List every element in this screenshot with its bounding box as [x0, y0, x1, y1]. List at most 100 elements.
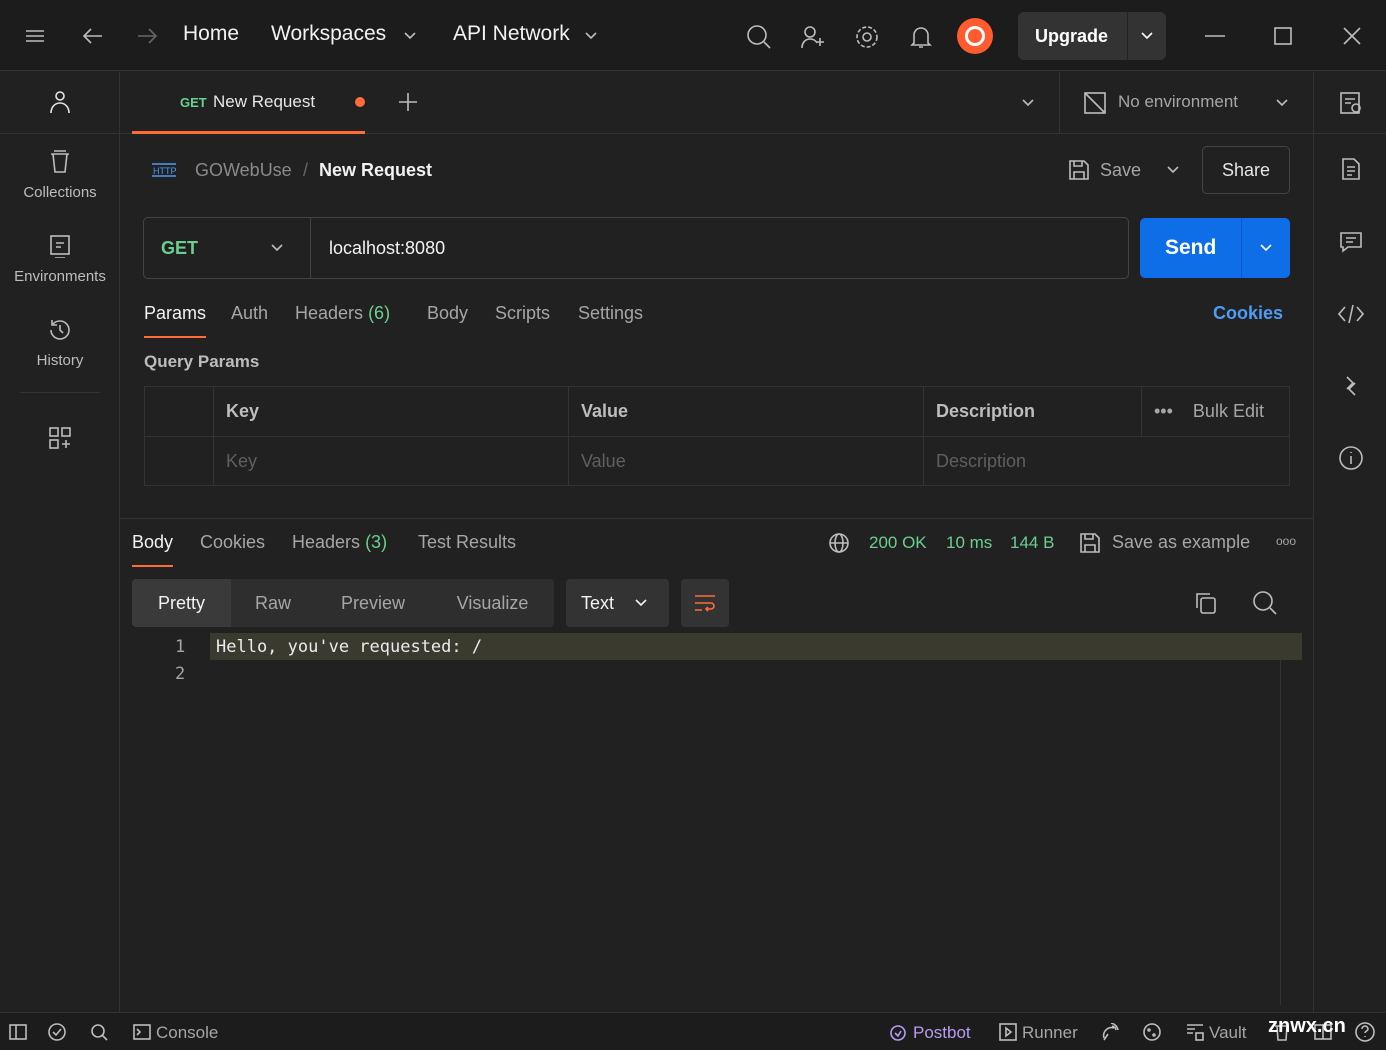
info-icon[interactable] [1338, 445, 1364, 471]
runner-button[interactable]: Runner [1022, 1023, 1078, 1043]
maximize-window-icon[interactable] [1271, 24, 1295, 48]
toggle-sidebar-icon[interactable] [8, 1022, 28, 1042]
send-options-chevron-icon[interactable] [1256, 240, 1276, 256]
breadcrumb-collection[interactable]: GOWebUse [195, 160, 292, 181]
bulk-edit-button[interactable]: Bulk Edit [1193, 401, 1264, 421]
tab-list-chevron-icon[interactable] [1018, 94, 1038, 112]
response-tab-test-results[interactable]: Test Results [418, 532, 516, 553]
forward-arrow-icon[interactable] [134, 24, 160, 48]
share-button[interactable]: Share [1202, 146, 1290, 194]
divider [120, 518, 1313, 519]
code-icon[interactable] [1338, 301, 1364, 327]
tab-headers[interactable]: Headers (6) [295, 303, 390, 324]
sidebar-item-collections[interactable]: Collections [0, 150, 120, 201]
cookies-link[interactable]: Cookies [1213, 303, 1283, 324]
minimize-window-icon[interactable] [1203, 24, 1227, 48]
sidebar-item-label: History [36, 352, 84, 369]
url-bar: GET localhost:8080 [143, 217, 1129, 279]
notifications-bell-icon[interactable] [907, 23, 935, 51]
save-icon[interactable] [1066, 157, 1092, 183]
tab-body[interactable]: Body [427, 303, 468, 324]
table-header-row: Key Value Description ••• Bulk Edit [145, 387, 1289, 437]
sidebar-item-environments[interactable]: Environments [0, 234, 120, 285]
upgrade-button[interactable]: Upgrade [1035, 26, 1108, 47]
more-options-icon[interactable]: ••• [1154, 401, 1173, 421]
sidebar: Collections Environments History [0, 72, 120, 1012]
wrap-lines-icon[interactable] [681, 579, 729, 627]
value-input[interactable]: Value [568, 437, 923, 486]
close-window-icon[interactable] [1340, 24, 1364, 48]
find-icon[interactable] [89, 1022, 109, 1042]
postbot-button[interactable]: Postbot [913, 1023, 971, 1043]
chevron-down-icon[interactable] [268, 240, 286, 256]
capture-requests-icon[interactable] [1100, 1022, 1120, 1042]
sidebar-item-label: Collections [23, 184, 97, 201]
postbot-icon [888, 1022, 908, 1042]
avatar[interactable] [957, 18, 993, 54]
response-time[interactable]: 10 ms [946, 533, 992, 553]
help-icon[interactable] [1354, 1021, 1376, 1043]
copy-icon[interactable] [1193, 590, 1219, 616]
related-collections-icon[interactable] [1338, 373, 1364, 399]
tab-params[interactable]: Params [144, 303, 207, 338]
tab-auth[interactable]: Auth [231, 303, 268, 324]
environments-icon [0, 234, 120, 262]
vault-button[interactable]: Vault [1209, 1023, 1247, 1043]
scrollbar[interactable] [1280, 660, 1281, 1005]
description-input[interactable]: Description [923, 437, 1289, 486]
right-sidebar [1313, 72, 1386, 1012]
response-body-editor[interactable]: 1 Hello, you've requested: / 2 [132, 633, 1302, 1013]
view-preview[interactable]: Preview [315, 579, 431, 627]
online-status-icon[interactable] [47, 1022, 67, 1042]
send-button[interactable]: Send [1165, 236, 1216, 260]
nav-api-network[interactable]: API Network [453, 22, 570, 46]
cookies-icon[interactable] [1142, 1022, 1162, 1042]
comments-icon[interactable] [1338, 229, 1364, 255]
settings-gear-icon[interactable] [853, 23, 881, 51]
url-input[interactable]: localhost:8080 [329, 238, 445, 259]
column-key: Key [213, 387, 568, 436]
user-icon[interactable] [46, 88, 74, 116]
globe-icon[interactable] [827, 531, 851, 555]
more-options-icon[interactable]: ooo [1276, 534, 1296, 548]
chevron-down-icon[interactable] [1272, 94, 1292, 112]
nav-workspaces[interactable]: Workspaces [271, 22, 386, 46]
console-button[interactable]: Console [156, 1023, 218, 1043]
key-input[interactable]: Key [213, 437, 568, 486]
response-tab-body[interactable]: Body [132, 532, 174, 567]
sidebar-item-history[interactable]: History [0, 318, 120, 369]
back-arrow-icon[interactable] [80, 24, 106, 48]
chevron-down-icon [635, 599, 647, 607]
search-icon[interactable] [1252, 590, 1278, 616]
apps-grid-icon[interactable] [46, 424, 74, 452]
console-icon [132, 1022, 152, 1042]
format-select[interactable]: Text [566, 579, 669, 627]
tab-scripts[interactable]: Scripts [495, 303, 550, 324]
save-options-chevron-icon[interactable] [1163, 162, 1183, 178]
tab-new-request[interactable]: GET New Request [132, 72, 365, 134]
response-size[interactable]: 144 B [1010, 533, 1054, 553]
watermark: znwx.cn [1268, 1015, 1346, 1037]
view-visualize[interactable]: Visualize [431, 579, 554, 627]
method-select[interactable]: GET [161, 238, 198, 259]
add-tab-icon[interactable] [396, 90, 420, 114]
response-tab-cookies[interactable]: Cookies [200, 532, 265, 553]
status-code[interactable]: 200 OK [869, 533, 927, 553]
tab-settings[interactable]: Settings [578, 303, 643, 324]
view-raw[interactable]: Raw [231, 579, 315, 627]
save-button[interactable]: Save [1100, 160, 1141, 181]
chevron-down-icon [583, 28, 599, 44]
environment-quick-look-icon[interactable] [1338, 90, 1364, 116]
documentation-icon[interactable] [1338, 156, 1364, 182]
nav-home[interactable]: Home [183, 22, 239, 46]
invite-user-icon[interactable] [799, 23, 827, 51]
search-icon[interactable] [745, 23, 773, 51]
headers-count: (3) [365, 532, 388, 552]
response-tab-headers[interactable]: Headers (3) [292, 532, 387, 553]
column-description: Description [923, 387, 1141, 436]
view-pretty[interactable]: Pretty [132, 579, 231, 627]
chevron-down-icon[interactable] [1138, 28, 1156, 44]
environment-selector[interactable]: No environment [1118, 92, 1238, 112]
menu-icon[interactable] [22, 24, 48, 48]
save-as-example-button[interactable]: Save as example [1112, 532, 1250, 553]
